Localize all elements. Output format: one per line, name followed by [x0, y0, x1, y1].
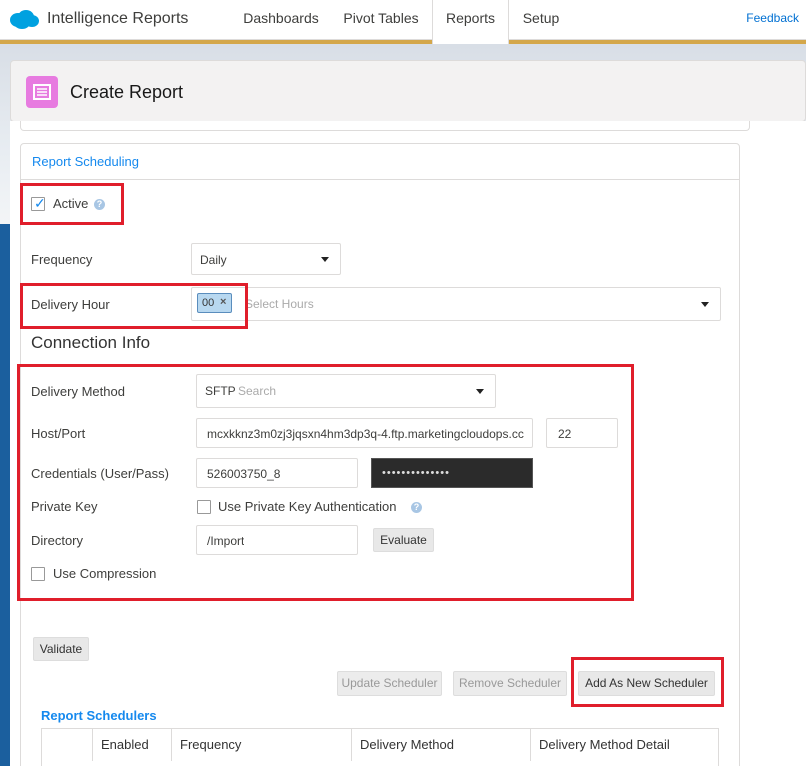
tab-reports[interactable]: Reports	[432, 0, 509, 44]
column-header-enabled[interactable]: Enabled	[93, 729, 172, 761]
report-scheduling-title: Report Scheduling	[32, 154, 139, 169]
report-icon	[26, 76, 58, 108]
connection-info-title: Connection Info	[31, 333, 151, 352]
column-header-delivery-method[interactable]: Delivery Method	[352, 729, 531, 761]
frequency-select[interactable]: Daily	[191, 243, 341, 275]
column-header-select	[42, 729, 93, 761]
schedulers-table: Enabled Frequency Delivery Method Delive…	[41, 728, 719, 766]
tab-dashboards[interactable]: Dashboards	[232, 0, 330, 40]
top-nav: Intelligence Reports Dashboards Pivot Ta…	[0, 0, 806, 44]
page-title: Create Report	[70, 82, 184, 102]
report-scheduling-header: Report Scheduling	[21, 144, 739, 180]
column-header-frequency[interactable]: Frequency	[172, 729, 352, 761]
update-scheduler-button[interactable]: Update Scheduler	[337, 671, 442, 696]
delivery-hour-select[interactable]: Select Hours	[191, 287, 721, 321]
app-title: Intelligence Reports	[47, 10, 189, 27]
chevron-down-icon	[321, 257, 329, 262]
previous-card	[20, 121, 750, 131]
validate-button[interactable]: Validate	[33, 637, 89, 661]
page-header: Create Report	[10, 60, 806, 122]
salesforce-cloud-icon	[10, 10, 39, 29]
remove-scheduler-button[interactable]: Remove Scheduler	[453, 671, 567, 696]
report-schedulers-title: Report Schedulers	[41, 708, 157, 723]
frequency-value: Daily	[200, 253, 227, 267]
frequency-label: Frequency	[31, 252, 93, 267]
highlight-active	[20, 183, 124, 225]
feedback-link[interactable]: Feedback	[746, 11, 799, 25]
column-header-delivery-method-detail[interactable]: Delivery Method Detail	[531, 729, 719, 761]
highlight-delivery-hour	[20, 283, 248, 329]
tab-pivot-tables[interactable]: Pivot Tables	[332, 0, 430, 40]
highlight-add-scheduler	[571, 657, 724, 707]
delivery-hour-placeholder: Select Hours	[245, 297, 314, 311]
tab-setup[interactable]: Setup	[509, 0, 573, 40]
chevron-down-icon	[701, 302, 709, 307]
highlight-connection-info	[17, 364, 634, 601]
